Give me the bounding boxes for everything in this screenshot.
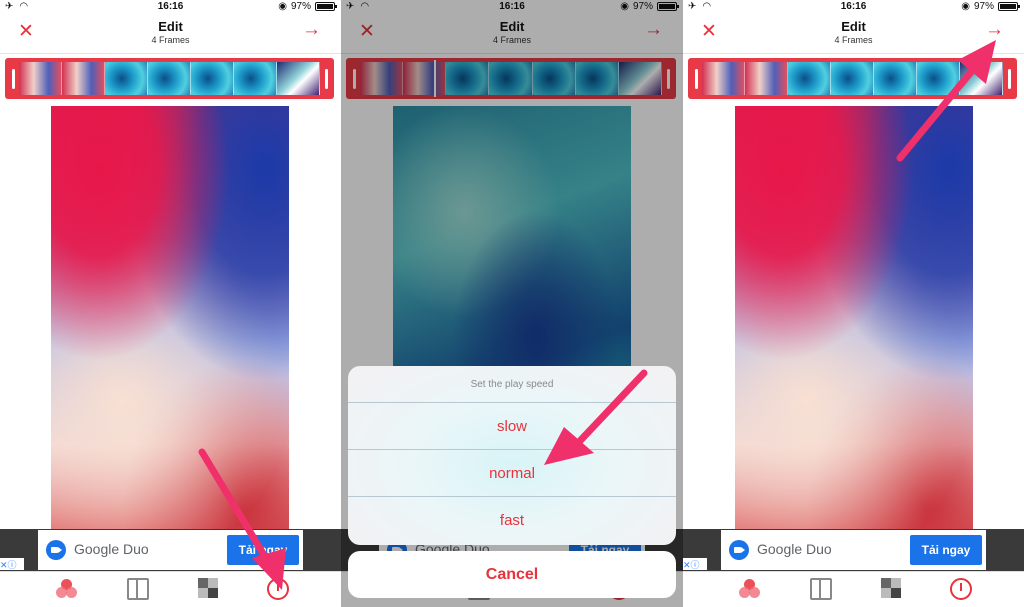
speed-option-normal[interactable]: normal [348, 450, 676, 497]
frame-thumbnail [105, 62, 148, 95]
frame-thumbnail [917, 62, 960, 95]
screen-edit-2: ✈ ◠ 16:16 ◉ 97% ✕ Edit 4 Frames → Google… [341, 0, 683, 607]
speed-icon[interactable] [267, 578, 289, 600]
google-duo-icon [46, 540, 66, 560]
frame-thumbnail [831, 62, 874, 95]
frames-thumbnails [702, 62, 1003, 95]
colors-icon[interactable] [56, 578, 78, 600]
nav-bar: ✕ Edit 4 Frames → [0, 14, 341, 54]
screens-container: ✈ ◠ 16:16 ◉ 97% ✕ Edit 4 Frames → Google… [0, 0, 1024, 607]
frame-thumbnail [19, 62, 62, 95]
ad-brand: Google Duo [757, 541, 832, 557]
frame-thumbnail [702, 62, 745, 95]
arrow-right-icon[interactable]: → [985, 20, 1004, 39]
orientation-lock-icon: ◉ [278, 1, 287, 12]
orientation-lock-icon: ◉ [961, 1, 970, 12]
preview-image [735, 106, 973, 529]
ad-banner: Google Duo Tải ngay [0, 529, 341, 571]
speed-icon[interactable] [950, 578, 972, 600]
battery-percent: 97% [290, 1, 311, 12]
layout-icon[interactable] [127, 578, 149, 600]
page-subtitle: 4 Frames [151, 35, 190, 45]
frame-thumbnail [277, 62, 320, 95]
frame-thumbnail [191, 62, 234, 95]
frames-strip[interactable] [5, 58, 334, 99]
arrow-right-icon[interactable]: → [302, 20, 321, 39]
trim-handle-left[interactable] [690, 63, 702, 94]
frames-thumbnails [19, 62, 320, 95]
page-title: Edit [158, 19, 183, 34]
preview-image [51, 106, 289, 529]
status-right: ◉ 97% [278, 1, 337, 12]
ad-content[interactable]: Google Duo Tải ngay [721, 530, 986, 570]
frames-strip[interactable] [688, 58, 1017, 99]
status-bar: ✈ ◠ 16:16 ◉ 97% [0, 0, 341, 14]
ad-content[interactable]: Google Duo Tải ngay [38, 530, 303, 570]
status-bar: ✈ ◠ 16:16 ◉ 97% [683, 0, 1024, 14]
ad-banner: Google Duo Tải ngay [683, 529, 1024, 571]
frames-icon[interactable] [198, 578, 220, 600]
ad-install-button[interactable]: Tải ngay [227, 535, 299, 565]
page-title: Edit [841, 19, 866, 34]
page-subtitle: 4 Frames [834, 35, 873, 45]
frames-icon[interactable] [881, 578, 903, 600]
sheet-title: Set the play speed [348, 366, 676, 403]
tab-bar [683, 571, 1024, 607]
battery-percent: 97% [973, 1, 994, 12]
screen-edit-3: ✈ ◠ 16:16 ◉ 97% ✕ Edit 4 Frames → Google… [683, 0, 1024, 607]
frame-thumbnail [62, 62, 105, 95]
frame-thumbnail [234, 62, 277, 95]
google-duo-icon [729, 540, 749, 560]
frame-thumbnail [788, 62, 831, 95]
ad-info-icon[interactable]: ✕ⓘ [683, 558, 707, 570]
frame-thumbnail [960, 62, 1003, 95]
nav-bar: ✕ Edit 4 Frames → [683, 14, 1024, 54]
ad-install-button[interactable]: Tải ngay [910, 535, 982, 565]
speed-action-sheet: Set the play speed slow normal fast [348, 366, 676, 545]
frame-thumbnail [745, 62, 788, 95]
battery-icon [998, 2, 1020, 11]
ad-brand: Google Duo [74, 541, 149, 557]
cancel-button[interactable]: Cancel [348, 551, 676, 598]
speed-option-slow[interactable]: slow [348, 403, 676, 450]
frame-thumbnail [148, 62, 191, 95]
trim-handle-right[interactable] [320, 63, 332, 94]
frame-thumbnail [874, 62, 917, 95]
trim-handle-left[interactable] [7, 63, 19, 94]
trim-handle-right[interactable] [1003, 63, 1015, 94]
speed-option-fast[interactable]: fast [348, 497, 676, 544]
tab-bar [0, 571, 341, 607]
screen-edit-1: ✈ ◠ 16:16 ◉ 97% ✕ Edit 4 Frames → Google… [0, 0, 341, 607]
layout-icon[interactable] [810, 578, 832, 600]
battery-icon [315, 2, 337, 11]
colors-icon[interactable] [739, 578, 761, 600]
ad-info-icon[interactable]: ✕ⓘ [0, 558, 24, 570]
